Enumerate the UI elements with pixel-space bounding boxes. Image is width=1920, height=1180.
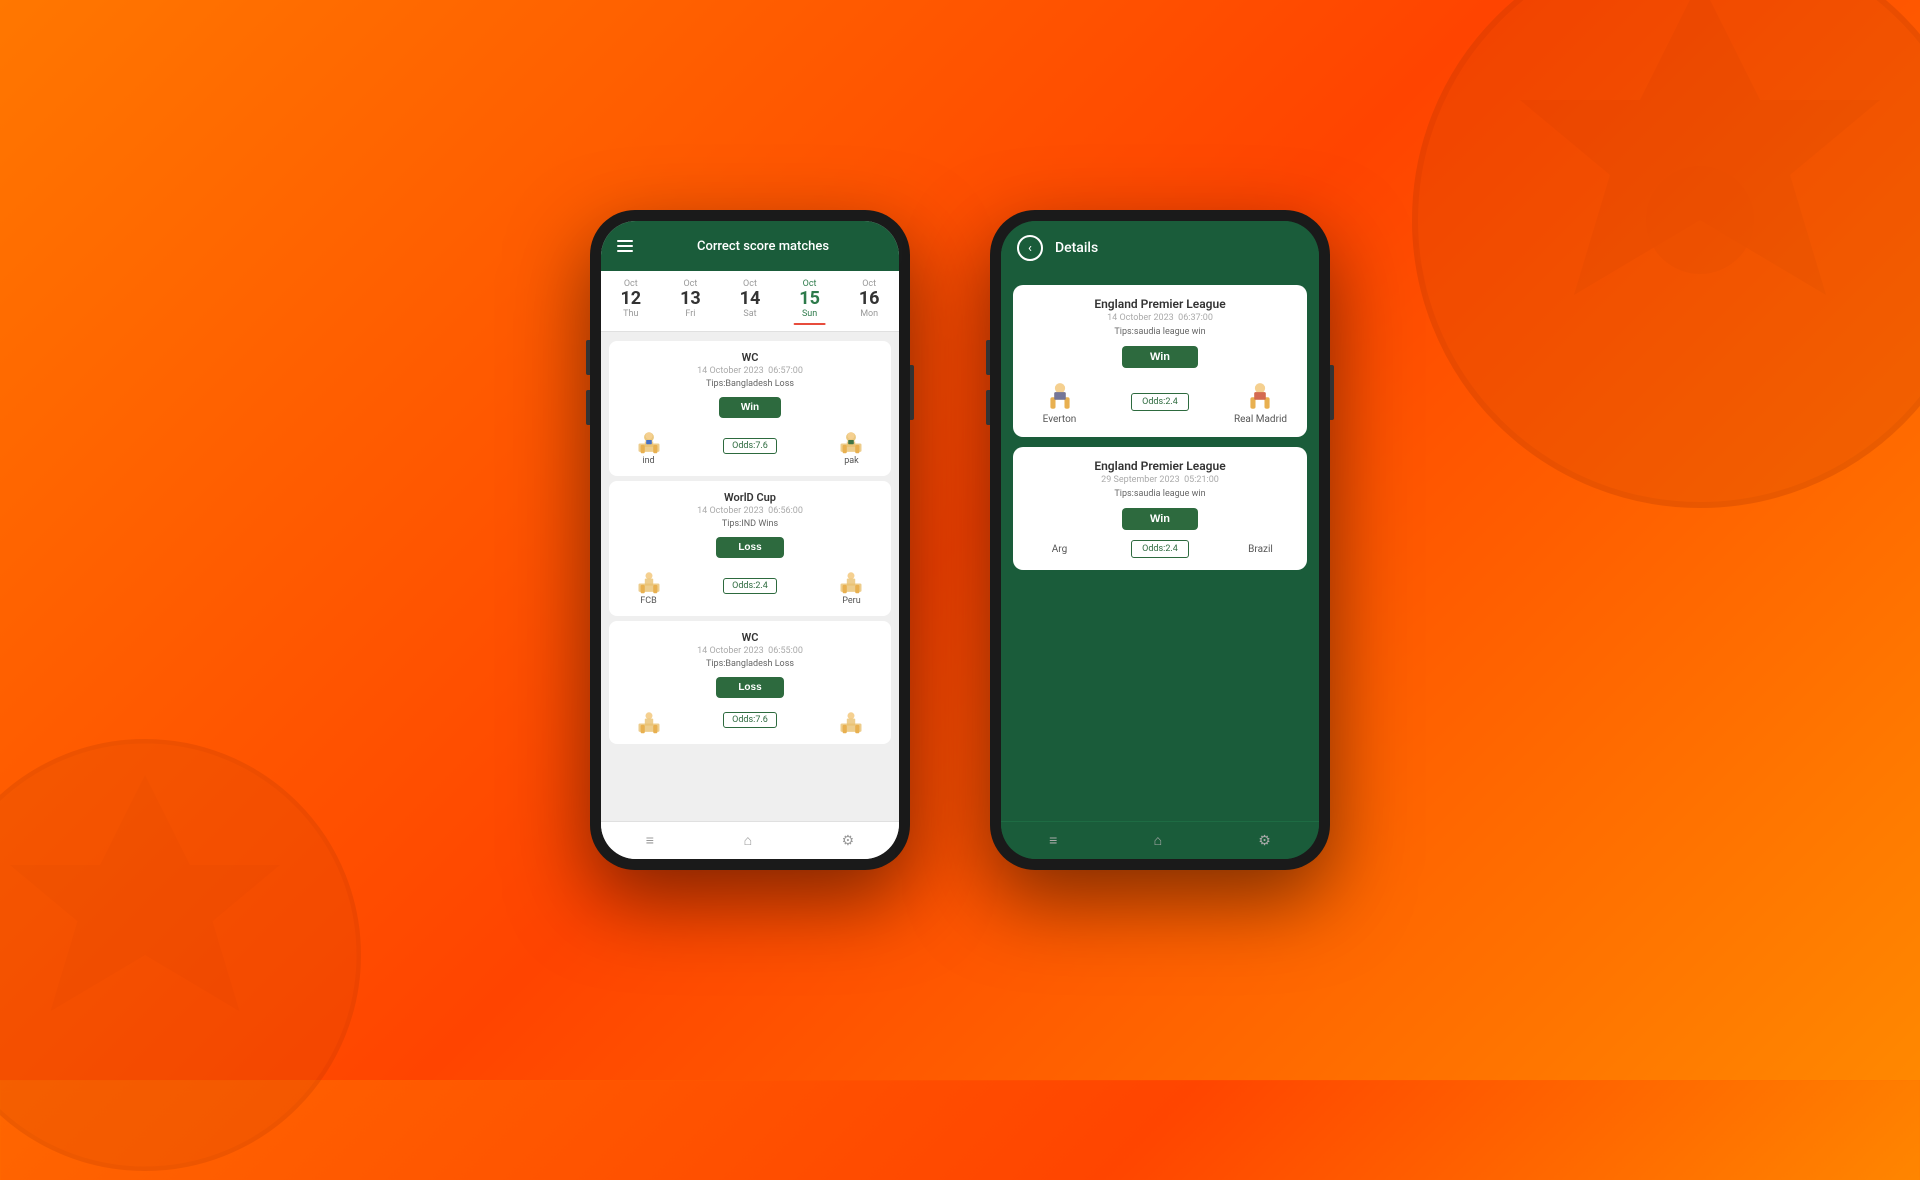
team-ind-icon — [635, 426, 663, 454]
phone1-header: Correct score matches — [601, 221, 899, 271]
phone-2: ‹ Details England Premier League 14 Octo… — [990, 210, 1330, 870]
result-btn-loss-2[interactable]: Loss — [716, 537, 783, 558]
result-btn-loss-3[interactable]: Loss — [716, 677, 783, 698]
day-number: 14 — [722, 289, 778, 309]
match-datetime: 14 October 2023 06:57:00 — [621, 366, 879, 376]
details-content: England Premier League 14 October 2023 0… — [1001, 275, 1319, 821]
match-league: WC — [621, 351, 879, 364]
match-league-3: WC — [621, 631, 879, 644]
phone-2-screen: ‹ Details England Premier League 14 Octo… — [1001, 221, 1319, 859]
phone1-title: Correct score matches — [643, 239, 883, 254]
odds-badge-2: Odds:2.4 — [723, 578, 777, 594]
day-number: 13 — [663, 289, 719, 309]
phone2-title: Details — [1055, 240, 1098, 256]
phones-container: Correct score matches Oct 12 Thu Oct 13 … — [590, 210, 1330, 870]
team-pak-icon — [837, 426, 865, 454]
team-left-3-icon — [635, 706, 663, 734]
details-tips-2: Tips:saudia league win — [1027, 489, 1293, 499]
details-tips-1: Tips:saudia league win — [1027, 327, 1293, 337]
match-teams-2: FCB Odds:2.4 Peru — [621, 566, 879, 606]
day-number: 16 — [841, 289, 897, 309]
match-card-3: WC 14 October 2023 06:55:00 Tips:Banglad… — [609, 621, 891, 744]
menu-icon[interactable] — [617, 240, 633, 252]
match-tips: Tips:Bangladesh Loss — [621, 379, 879, 389]
details-teams-1: Everton Odds:2.4 Real Madrid — [1027, 378, 1293, 425]
day-name: Thu — [603, 309, 659, 319]
match-datetime-3: 14 October 2023 06:55:00 — [621, 646, 879, 656]
everton-icon — [1044, 378, 1076, 410]
details-result-btn-2[interactable]: Win — [1122, 508, 1198, 530]
date-tab-oct13[interactable]: Oct 13 Fri — [661, 277, 721, 321]
match-tips-2: Tips:IND Wins — [621, 519, 879, 529]
back-button[interactable]: ‹ — [1017, 235, 1043, 261]
result-btn-win-1[interactable]: Win — [719, 397, 781, 418]
bottom-icon-2[interactable]: ⌂ — [744, 832, 752, 849]
match-teams-3: Odds:7.6 — [621, 706, 879, 734]
details-odds-2: Odds:2.4 — [1131, 540, 1189, 558]
phone2-header: ‹ Details — [1001, 221, 1319, 275]
match-teams-1: ind Odds:7.6 — [621, 426, 879, 466]
team-arg: Arg — [1027, 544, 1092, 555]
day-name: Fri — [663, 309, 719, 319]
odds-badge-3: Odds:7.6 — [723, 712, 777, 728]
details-league-1: England Premier League — [1027, 297, 1293, 311]
phone2-bottom-bar: ≡ ⌂ ⚙ — [1001, 821, 1319, 859]
details-result-btn-1[interactable]: Win — [1122, 346, 1198, 368]
bg-ball-left — [0, 730, 370, 1180]
match-datetime-2: 14 October 2023 06:56:00 — [621, 506, 879, 516]
phone-1: Correct score matches Oct 12 Thu Oct 13 … — [590, 210, 910, 870]
team-pak: pak — [824, 426, 879, 466]
match-tips-3: Tips:Bangladesh Loss — [621, 659, 879, 669]
details-datetime-1: 14 October 2023 06:37:00 — [1027, 313, 1293, 323]
odds-badge-1: Odds:7.6 — [723, 438, 777, 454]
day-number: 12 — [603, 289, 659, 309]
bottom-icon-3[interactable]: ⚙ — [842, 833, 855, 849]
match-card-2: WorlD Cup 14 October 2023 06:56:00 Tips:… — [609, 481, 891, 616]
date-tab-oct16[interactable]: Oct 16 Mon — [839, 277, 899, 321]
day-name: Sun — [782, 309, 838, 319]
details-datetime-2: 29 September 2023 05:21:00 — [1027, 475, 1293, 485]
bg-ball-right — [1400, 0, 1920, 520]
team-left-3 — [621, 706, 676, 734]
date-tab-oct15-active[interactable]: Oct 15 Sun — [780, 277, 840, 321]
match-card-1: WC 14 October 2023 06:57:00 Tips:Banglad… — [609, 341, 891, 476]
details-card-1: England Premier League 14 October 2023 0… — [1013, 285, 1307, 437]
day-name: Mon — [841, 309, 897, 319]
bottom-icon-1[interactable]: ≡ — [646, 832, 654, 849]
real-madrid-icon — [1244, 378, 1276, 410]
team-fcb: FCB — [621, 566, 676, 606]
details-teams-2: Arg Odds:2.4 Brazil — [1027, 540, 1293, 558]
matches-list: WC 14 October 2023 06:57:00 Tips:Banglad… — [601, 332, 899, 821]
team-ind: ind — [621, 426, 676, 466]
team-brazil: Brazil — [1228, 544, 1293, 555]
match-league-2: WorlD Cup — [621, 491, 879, 504]
bottom-icon-p2-2[interactable]: ⌂ — [1154, 832, 1162, 849]
phone1-bottom-bar: ≡ ⌂ ⚙ — [601, 821, 899, 859]
date-tab-oct14[interactable]: Oct 14 Sat — [720, 277, 780, 321]
day-number: 15 — [782, 289, 838, 309]
phone-1-screen: Correct score matches Oct 12 Thu Oct 13 … — [601, 221, 899, 859]
team-peru-icon — [837, 566, 865, 594]
details-card-2: England Premier League 29 September 2023… — [1013, 447, 1307, 570]
bottom-icon-p2-1[interactable]: ≡ — [1049, 832, 1057, 849]
date-tab-oct12[interactable]: Oct 12 Thu — [601, 277, 661, 321]
team-real-madrid: Real Madrid — [1228, 378, 1293, 425]
details-odds-1: Odds:2.4 — [1131, 393, 1189, 411]
day-name: Sat — [722, 309, 778, 319]
team-right-3 — [824, 706, 879, 734]
team-fcb-icon — [635, 566, 663, 594]
team-right-3-icon — [837, 706, 865, 734]
team-everton: Everton — [1027, 378, 1092, 425]
team-peru: Peru — [824, 566, 879, 606]
details-league-2: England Premier League — [1027, 459, 1293, 473]
bottom-icon-p2-3[interactable]: ⚙ — [1258, 833, 1271, 849]
date-tabs: Oct 12 Thu Oct 13 Fri Oct 14 Sat — [601, 271, 899, 332]
